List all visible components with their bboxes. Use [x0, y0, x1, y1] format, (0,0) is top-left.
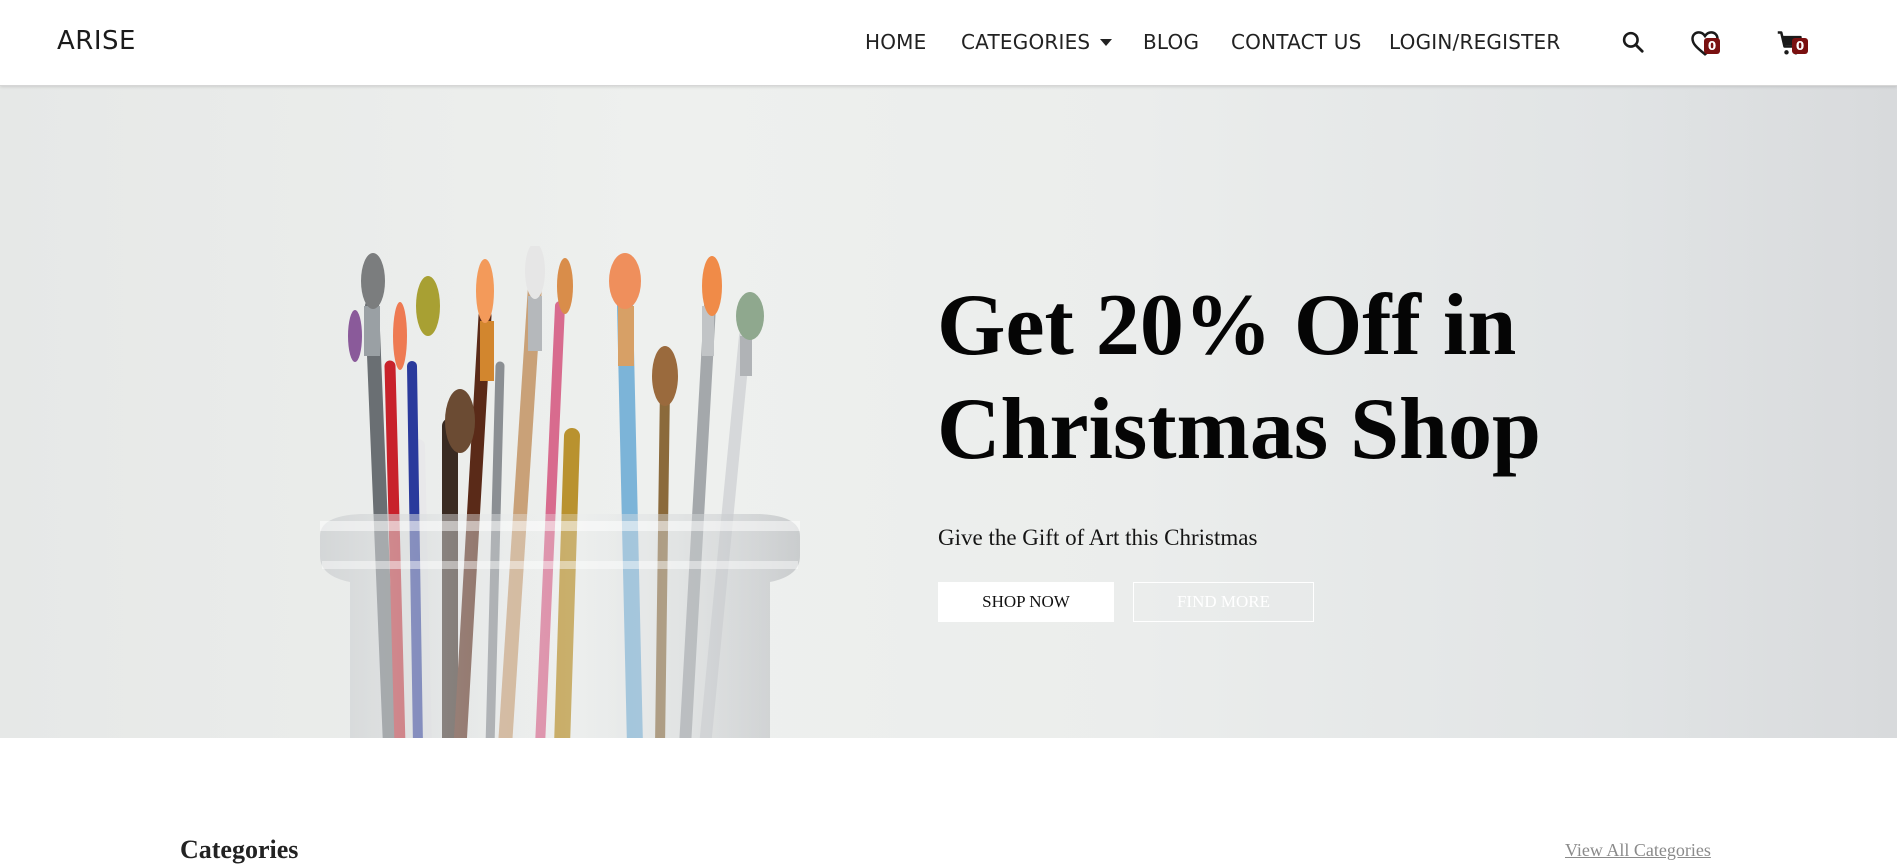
hero-subtitle: Give the Gift of Art this Christmas [938, 525, 1258, 550]
paintbrush-jar-image [320, 246, 800, 738]
nav-categories-label: CATEGORIES [961, 30, 1091, 54]
brand-logo[interactable]: ARISE [57, 26, 136, 56]
hero-title-line2: Christmas Shop [937, 381, 1541, 478]
cart-button[interactable]: 0 [1772, 26, 1808, 62]
nav-blog[interactable]: BLOG [1143, 30, 1199, 54]
search-icon [1622, 31, 1644, 53]
shop-now-button[interactable]: SHOP NOW [938, 582, 1114, 622]
wishlist-count-badge: 0 [1704, 38, 1720, 54]
caret-down-icon [1100, 39, 1113, 46]
hero-banner: Get 20% Off in Christmas Shop Give the Gi… [0, 86, 1897, 738]
nav-login-register[interactable]: LOGIN/REGISTER [1389, 30, 1560, 54]
view-all-categories-link[interactable]: View All Categories [1565, 840, 1711, 861]
hero-title-line1: Get 20% Off in [937, 277, 1517, 374]
cart-count-badge: 0 [1792, 38, 1808, 54]
hero-title: Get 20% Off in Christmas Shop [937, 274, 1697, 482]
find-more-button[interactable]: FIND MORE [1133, 582, 1314, 622]
top-navbar: ARISE HOME CATEGORIES BLOG CONTACT US LO… [0, 0, 1897, 86]
nav-categories[interactable]: CATEGORIES [961, 30, 1113, 54]
nav-contact[interactable]: CONTACT US [1231, 30, 1362, 54]
nav-home[interactable]: HOME [865, 30, 926, 54]
categories-heading: Categories [180, 835, 299, 864]
wishlist-button[interactable]: 0 [1686, 26, 1722, 62]
search-button[interactable] [1616, 26, 1652, 62]
